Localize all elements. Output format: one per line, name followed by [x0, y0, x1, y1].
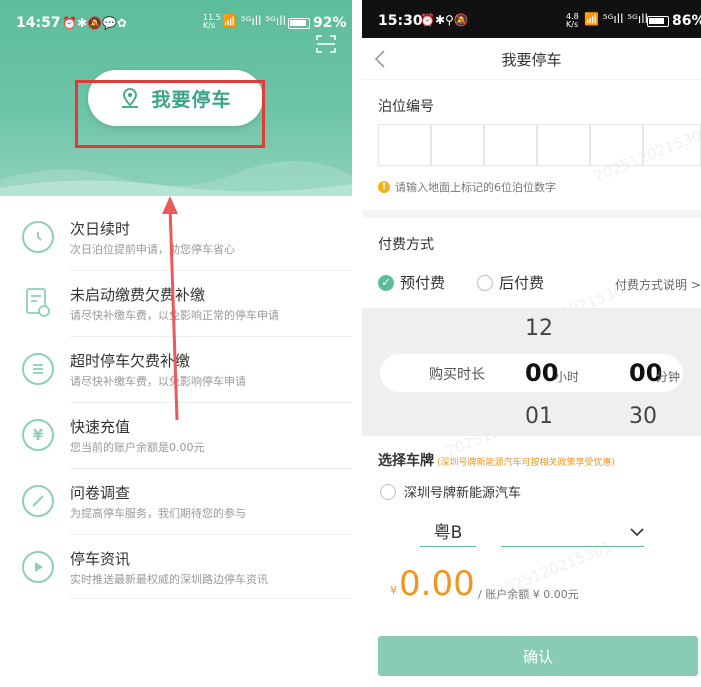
status-time: 14:57 [16, 15, 61, 31]
payment-method-label: 付费方式 [378, 237, 434, 253]
yen-icon: ¥ [22, 419, 54, 451]
menu-item-next-day[interactable]: 次日续时 次日泊位提前申请，助您停车省心 [0, 205, 352, 271]
menu-item-quick-recharge[interactable]: ¥ 快速充值 您当前的账户余额是0.00元 [0, 403, 352, 469]
right-screen: 15:30 ⏰✱⚲🔕 4.8K/s 📶 ⁵ᴳıll ⁵ᴳıll 86% 我要停车… [362, 0, 701, 687]
plate-prefix-select[interactable]: 粤B [420, 518, 476, 547]
postpay-label: 后付费 [499, 274, 545, 292]
status-bar: 15:30 ⏰✱⚲🔕 4.8K/s 📶 ⁵ᴳıll ⁵ᴳıll 86% [362, 0, 701, 38]
hour-next[interactable]: 01 [525, 404, 553, 429]
screen-separator [352, 0, 362, 687]
status-time: 15:30 [378, 13, 423, 29]
berth-number-label: 泊位编号 [378, 99, 434, 115]
new-energy-label: 深圳号牌新能源汽车 [404, 486, 522, 501]
check-icon: ✓ [378, 274, 394, 291]
menu-title: 次日续时 [70, 220, 131, 238]
plate-section-header: 选择车牌 (深圳号牌新能源汽车可按相关政策享受优惠) [378, 450, 615, 470]
prepay-label: 预付费 [400, 274, 446, 292]
amount-value: 0.00 [399, 564, 475, 604]
menu-item-overtime-arrears[interactable]: 超时停车欠费补缴 请尽快补缴车费，以免影响停车申请 [0, 337, 352, 403]
menu-title: 问卷调查 [70, 484, 131, 502]
scan-icon[interactable] [316, 35, 336, 53]
list-icon [22, 353, 54, 385]
menu-subtitle: 请尽快补缴车费，以免影响正常的停车申请 [70, 309, 279, 322]
divider [70, 598, 352, 599]
berth-digit-3[interactable] [484, 124, 537, 166]
play-icon [22, 551, 54, 583]
menu-subtitle: 请尽快补缴车费，以免影响停车申请 [70, 375, 246, 388]
battery-icon [647, 16, 669, 27]
prepay-option[interactable]: ✓ 预付费 [378, 272, 445, 293]
menu-title: 快速充值 [70, 418, 131, 436]
battery-percent: 86% [672, 13, 701, 29]
annotation-highlight-box [75, 80, 265, 148]
berth-hint: ! 请输入地面上标记的6位泊位数字 [378, 179, 556, 195]
minute-unit: 分钟 [656, 370, 681, 384]
plate-policy-note: (深圳号牌新能源汽车可按相关政策享受优惠) [437, 458, 616, 468]
bill-icon [24, 287, 52, 319]
left-screen: 14:57 ⏰✱🔕💬✿ 11.5 K/s 📶 ⁵ᴳıll ⁵ᴳıll 92% 我要… [0, 0, 352, 687]
hour-prev[interactable]: 12 [525, 316, 553, 341]
menu-title: 未启动缴费欠费补缴 [70, 286, 206, 304]
payment-help-link[interactable]: 付费方式说明 > [615, 276, 701, 293]
page-title: 我要停车 [501, 51, 562, 69]
radio-icon [477, 274, 493, 291]
berth-digit-6[interactable] [643, 124, 701, 166]
chevron-right-icon: > [690, 278, 701, 292]
section-gap [362, 210, 701, 218]
berth-digit-2[interactable] [431, 124, 484, 166]
hour-selected[interactable]: 00 [525, 359, 558, 387]
minute-next[interactable]: 30 [629, 404, 657, 429]
signal-icon: 📶 ⁵ᴳıll ⁵ᴳıll [222, 14, 286, 28]
pen-icon [22, 485, 54, 517]
duration-label: 购买时长 [429, 367, 485, 383]
account-balance: / 账户余额 ¥ 0.00元 [478, 588, 579, 601]
plate-number-input[interactable] [501, 518, 644, 547]
status-icons: ⏰✱🔕💬✿ [62, 16, 127, 30]
menu-title: 超时停车欠费补缴 [70, 352, 191, 370]
menu-subtitle: 您当前的账户余额是0.00元 [70, 441, 205, 454]
new-energy-option[interactable]: 深圳号牌新能源汽车 [380, 482, 521, 501]
battery-icon [288, 18, 310, 29]
clock-icon [22, 221, 54, 253]
battery-percent: 92% [313, 15, 347, 31]
berth-digit-4[interactable] [537, 124, 590, 166]
menu-subtitle: 实时推送最新最权威的深圳路边停车资讯 [70, 573, 268, 586]
status-icons: ⏰✱⚲🔕 [420, 13, 469, 27]
menu-subtitle: 次日泊位提前申请，助您停车省心 [70, 243, 235, 256]
radio-icon [380, 483, 396, 500]
confirm-button[interactable]: 确认 [378, 636, 698, 676]
net-speed: 4.8 K/s [566, 12, 579, 29]
info-icon: ! [378, 181, 390, 193]
plate-label: 选择车牌 [378, 453, 434, 469]
chevron-down-icon [630, 528, 644, 537]
berth-digit-1[interactable] [378, 124, 431, 166]
payment-help-text: 付费方式说明 [615, 278, 688, 292]
menu-title: 停车资讯 [70, 550, 131, 568]
postpay-option[interactable]: 后付费 [477, 272, 544, 293]
berth-hint-text: 请输入地面上标记的6位泊位数字 [395, 181, 556, 194]
berth-digit-5[interactable] [590, 124, 643, 166]
menu-item-unstarted-arrears[interactable]: 未启动缴费欠费补缴 请尽快补缴车费，以免影响正常的停车申请 [0, 271, 352, 337]
hour-unit: 小时 [555, 370, 580, 384]
net-speed: 11.5 K/s [203, 13, 221, 30]
menu-item-survey[interactable]: 问卷调查 为提高停车服务，我们期待您的参与 [0, 469, 352, 535]
menu-item-parking-news[interactable]: 停车资讯 实时推送最新最权威的深圳路边停车资讯 [0, 535, 352, 601]
signal-icon: 📶 ⁵ᴳıll ⁵ᴳıll [584, 12, 648, 26]
currency-symbol: ¥ [390, 584, 397, 597]
menu-subtitle: 为提高停车服务，我们期待您的参与 [70, 507, 246, 520]
nav-bar: 我要停车 [362, 38, 701, 80]
